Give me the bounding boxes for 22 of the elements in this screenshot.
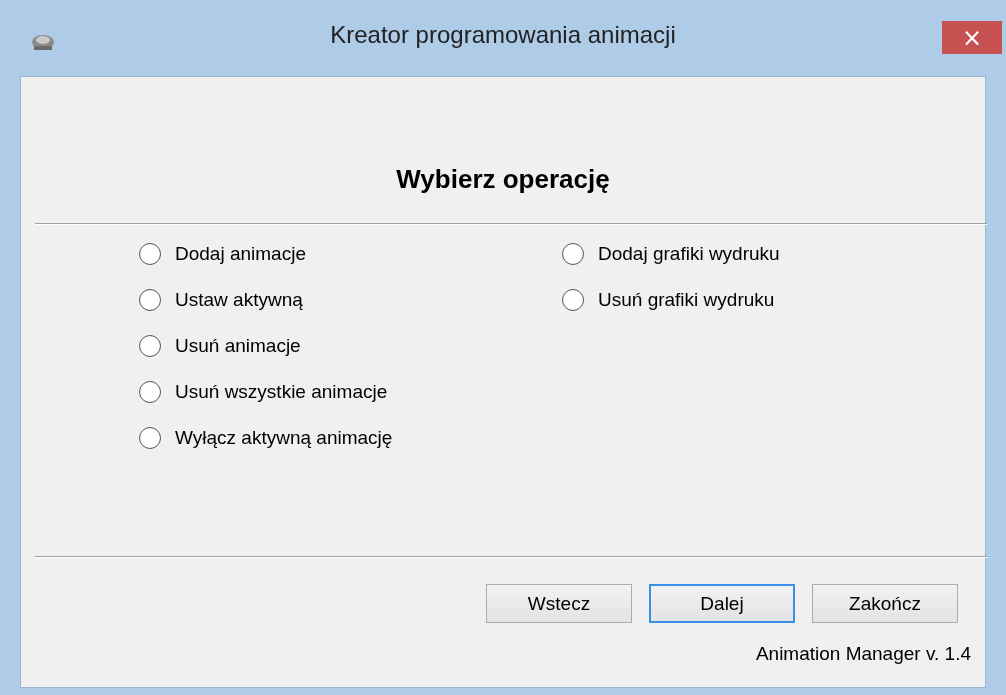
page-heading: Wybierz operację [395, 164, 611, 196]
radio-option[interactable]: Usuń grafiki wydruku [562, 287, 985, 313]
radio-option[interactable]: Wyłącz aktywną animację [139, 425, 562, 451]
dialog-button[interactable]: Wstecz [486, 584, 632, 623]
dialog-button[interactable]: Dalej [649, 584, 795, 623]
radio-button[interactable] [139, 427, 161, 449]
radio-button[interactable] [139, 335, 161, 357]
radio-option[interactable]: Dodaj animacje [139, 241, 562, 267]
radio-option[interactable]: Usuń animacje [139, 333, 562, 359]
window-title: Kreator programowania animacji [330, 21, 676, 49]
radio-button[interactable] [139, 289, 161, 311]
radio-option[interactable]: Dodaj grafiki wydruku [562, 241, 985, 267]
radio-button[interactable] [562, 243, 584, 265]
radio-button[interactable] [139, 243, 161, 265]
radio-option[interactable]: Usuń wszystkie animacje [139, 379, 562, 405]
app-icon [30, 32, 56, 52]
radio-button[interactable] [139, 381, 161, 403]
version-label: Animation Manager v. 1.4 [755, 643, 971, 665]
dialog-button[interactable]: Zakończ [812, 584, 958, 623]
radio-option[interactable]: Ustaw aktywną [139, 287, 562, 313]
radio-button[interactable] [562, 289, 584, 311]
close-button[interactable]: × [942, 21, 1002, 54]
